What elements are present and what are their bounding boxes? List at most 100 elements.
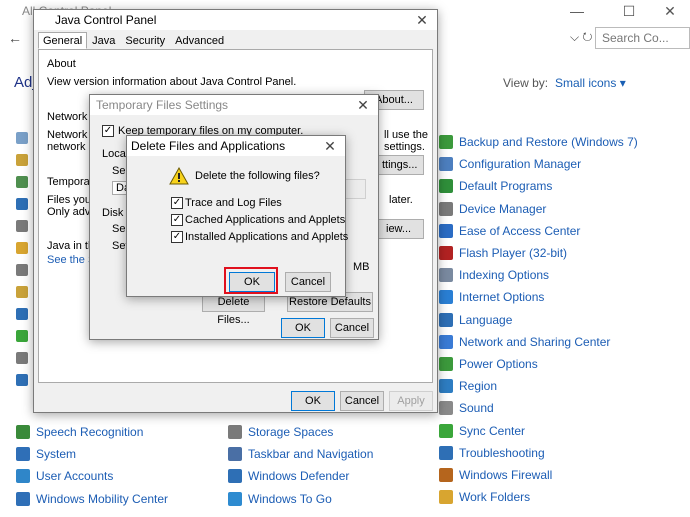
- mobility-icon: [16, 491, 30, 506]
- dialog-title: Delete Files and Applications: [131, 139, 286, 153]
- control-panel-item[interactable]: Windows Mobility Center: [16, 489, 168, 509]
- ease-of-access-icon: [439, 223, 453, 238]
- control-panel-item[interactable]: Device Manager: [439, 199, 546, 219]
- control-panel-item[interactable]: Windows Firewall: [439, 465, 552, 485]
- control-panel-item-label: Sound: [459, 401, 494, 416]
- flash-icon: [439, 246, 453, 260]
- close-icon[interactable]: ✕: [348, 95, 378, 115]
- control-panel-item[interactable]: Windows To Go: [228, 489, 332, 509]
- indexing-icon: [439, 268, 453, 283]
- close-icon[interactable]: ✕: [315, 136, 345, 156]
- control-panel-item[interactable]: Speech Recognition: [16, 422, 143, 442]
- defender-icon: [228, 469, 242, 484]
- control-panel-item[interactable]: Sync Center: [439, 421, 525, 441]
- control-panel-item[interactable]: Ease of Access Center: [439, 221, 580, 241]
- region-icon: [439, 379, 453, 394]
- item-icon: [16, 220, 28, 232]
- close-icon[interactable]: ✕: [407, 10, 437, 30]
- tab-security[interactable]: Security: [120, 32, 170, 49]
- control-panel-item[interactable]: Flash Player (32-bit): [439, 243, 567, 263]
- tab-advanced[interactable]: Advanced: [170, 32, 229, 49]
- item-icon: [16, 352, 28, 364]
- taskbar-icon: [228, 447, 242, 462]
- control-panel-item-label: Troubleshooting: [459, 445, 545, 460]
- network-settings-button[interactable]: ttings...: [377, 155, 424, 175]
- tab-general[interactable]: General: [38, 32, 88, 49]
- dialog-title: Temporary Files Settings: [96, 98, 229, 112]
- control-panel-item[interactable]: Storage Spaces: [228, 422, 333, 442]
- users-icon: [16, 469, 30, 484]
- control-panel-item[interactable]: Troubleshooting: [439, 443, 545, 463]
- system-icon: [16, 447, 30, 462]
- installed-apps-checkbox[interactable]: ✓: [171, 231, 183, 243]
- config-icon: [439, 157, 453, 172]
- delete-files-titlebar: Delete Files and Applications ✕: [127, 136, 345, 156]
- control-panel-item[interactable]: Indexing Options: [439, 265, 549, 285]
- control-panel-item[interactable]: Work Folders: [439, 487, 530, 507]
- control-panel-item[interactable]: Internet Options: [439, 287, 544, 307]
- dialog-title: Java Control Panel: [55, 13, 157, 27]
- refresh-icon[interactable]: ⌵ ↻: [570, 30, 593, 45]
- control-panel-item[interactable]: Sound: [439, 398, 494, 418]
- cancel-button[interactable]: Cancel: [285, 272, 331, 292]
- control-panel-item[interactable]: Windows Defender: [228, 466, 349, 486]
- control-panel-item[interactable]: Power Options: [439, 354, 538, 374]
- control-panel-item-label: Configuration Manager: [459, 157, 582, 172]
- control-panel-item-label: Windows Firewall: [459, 468, 553, 482]
- control-panel-item[interactable]: Language: [439, 310, 512, 330]
- control-panel-item-label: Backup and Restore (Windows 7): [459, 135, 638, 149]
- view-button[interactable]: iew...: [377, 219, 424, 239]
- back-arrow-icon[interactable]: ←: [8, 30, 22, 46]
- cancel-button[interactable]: Cancel: [330, 318, 374, 338]
- troubleshooting-icon: [439, 445, 453, 460]
- windows-to-go-icon: [228, 491, 242, 506]
- trace-log-checkbox[interactable]: ✓: [171, 197, 183, 209]
- item-icon: [16, 176, 28, 188]
- cancel-button[interactable]: Cancel: [340, 391, 384, 411]
- keep-files-checkbox[interactable]: ✓: [102, 125, 114, 137]
- control-panel-item[interactable]: Region: [439, 376, 497, 396]
- firewall-icon: [439, 468, 453, 482]
- ok-button[interactable]: OK: [281, 318, 325, 338]
- cached-apps-checkbox[interactable]: ✓: [171, 214, 183, 226]
- item-icon: [16, 330, 28, 342]
- about-heading: About: [47, 58, 76, 70]
- item-icon: [16, 286, 28, 298]
- temp-files-titlebar: Temporary Files Settings ✕: [90, 95, 378, 115]
- item-icon: [16, 154, 28, 166]
- view-by-dropdown[interactable]: Small icons ▾: [555, 76, 626, 90]
- close-window-button[interactable]: ✕: [657, 2, 683, 20]
- item-icon: [16, 242, 28, 254]
- installed-apps-label: Installed Applications and Applets: [185, 231, 349, 243]
- sync-icon: [439, 423, 453, 438]
- control-panel-item[interactable]: Default Programs: [439, 176, 552, 196]
- maximize-button[interactable]: ☐: [616, 2, 642, 20]
- tab-java[interactable]: Java: [87, 32, 120, 49]
- item-icon: [16, 198, 28, 210]
- control-panel-item-label: User Accounts: [36, 469, 114, 484]
- delete-prompt: Delete the following files?: [195, 170, 320, 182]
- about-text: View version information about Java Cont…: [47, 76, 297, 88]
- control-panel-item[interactable]: User Accounts: [16, 466, 113, 486]
- control-panel-item-label: Work Folders: [459, 490, 531, 505]
- apply-button[interactable]: Apply: [389, 391, 433, 411]
- control-panel-item[interactable]: Configuration Manager: [439, 154, 581, 174]
- tab-bar: General Java Security Advanced: [38, 32, 229, 50]
- control-panel-item-label: Default Programs: [459, 179, 553, 194]
- control-panel-item-label: Storage Spaces: [248, 425, 334, 439]
- control-panel-item[interactable]: Backup and Restore (Windows 7): [439, 132, 638, 152]
- ok-button[interactable]: OK: [291, 391, 335, 411]
- control-panel-item-label: Sync Center: [459, 423, 526, 438]
- control-panel-item[interactable]: Network and Sharing Center: [439, 332, 610, 352]
- search-input[interactable]: Search Co...: [595, 27, 690, 49]
- control-panel-item-label: Windows Mobility Center: [36, 491, 169, 506]
- item-icon: [16, 264, 28, 276]
- item-icon: [16, 132, 28, 144]
- control-panel-item[interactable]: Taskbar and Navigation: [228, 444, 373, 464]
- speech-icon: [16, 425, 30, 439]
- storage-icon: [228, 425, 242, 439]
- control-panel-item-label: System: [36, 447, 77, 462]
- temp-files-text: later.: [389, 194, 413, 206]
- control-panel-item[interactable]: System: [16, 444, 76, 464]
- minimize-button[interactable]: —: [564, 2, 590, 20]
